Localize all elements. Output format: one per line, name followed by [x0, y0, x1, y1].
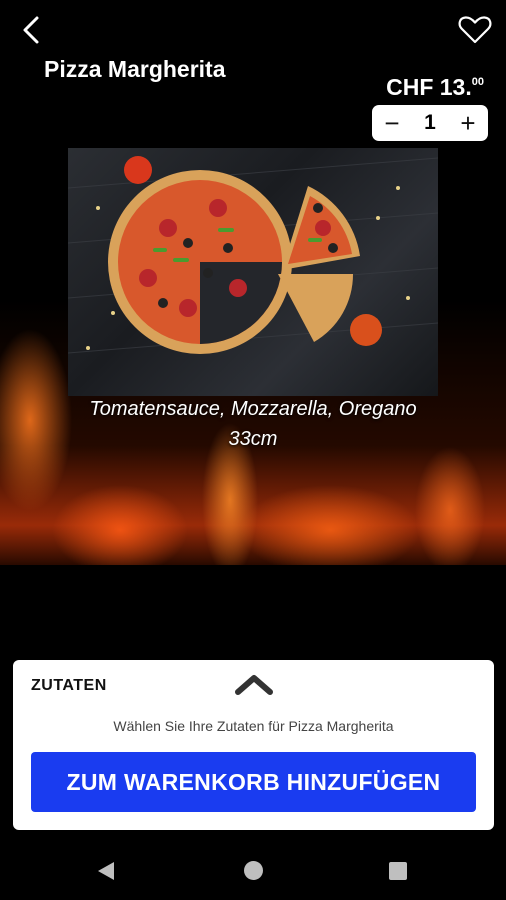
- price-cents: 00: [471, 76, 484, 88]
- back-icon[interactable]: [16, 14, 48, 46]
- system-nav-bar: [0, 842, 506, 900]
- ingredients-label: ZUTATEN: [31, 677, 107, 694]
- quantity-value: 1: [424, 111, 436, 134]
- quantity-stepper: − 1 +: [372, 105, 488, 141]
- add-to-cart-button[interactable]: ZUM WARENKORB HINZUFÜGEN: [31, 752, 476, 812]
- product-price: CHF 13.00: [386, 74, 484, 101]
- nav-home-icon[interactable]: [244, 861, 263, 880]
- increase-quantity-button[interactable]: +: [456, 110, 480, 136]
- ingredients-panel: ZUTATEN Wählen Sie Ihre Zutaten für Pizz…: [13, 660, 494, 830]
- nav-back-icon[interactable]: [96, 860, 116, 882]
- decrease-quantity-button[interactable]: −: [380, 110, 404, 136]
- product-description: Tomatensauce, Mozzarella, Oregano: [89, 398, 417, 420]
- ingredients-hint: Wählen Sie Ihre Zutaten für Pizza Marghe…: [113, 718, 394, 734]
- price-main: CHF 13.: [386, 74, 472, 100]
- pizza-illustration: [68, 156, 438, 354]
- product-image: [68, 148, 438, 396]
- nav-recents-icon[interactable]: [389, 862, 407, 880]
- product-title: Pizza Margherita: [44, 56, 226, 82]
- heart-icon[interactable]: [458, 14, 492, 46]
- chevron-up-icon[interactable]: [232, 670, 276, 698]
- product-size: 33cm: [228, 428, 278, 450]
